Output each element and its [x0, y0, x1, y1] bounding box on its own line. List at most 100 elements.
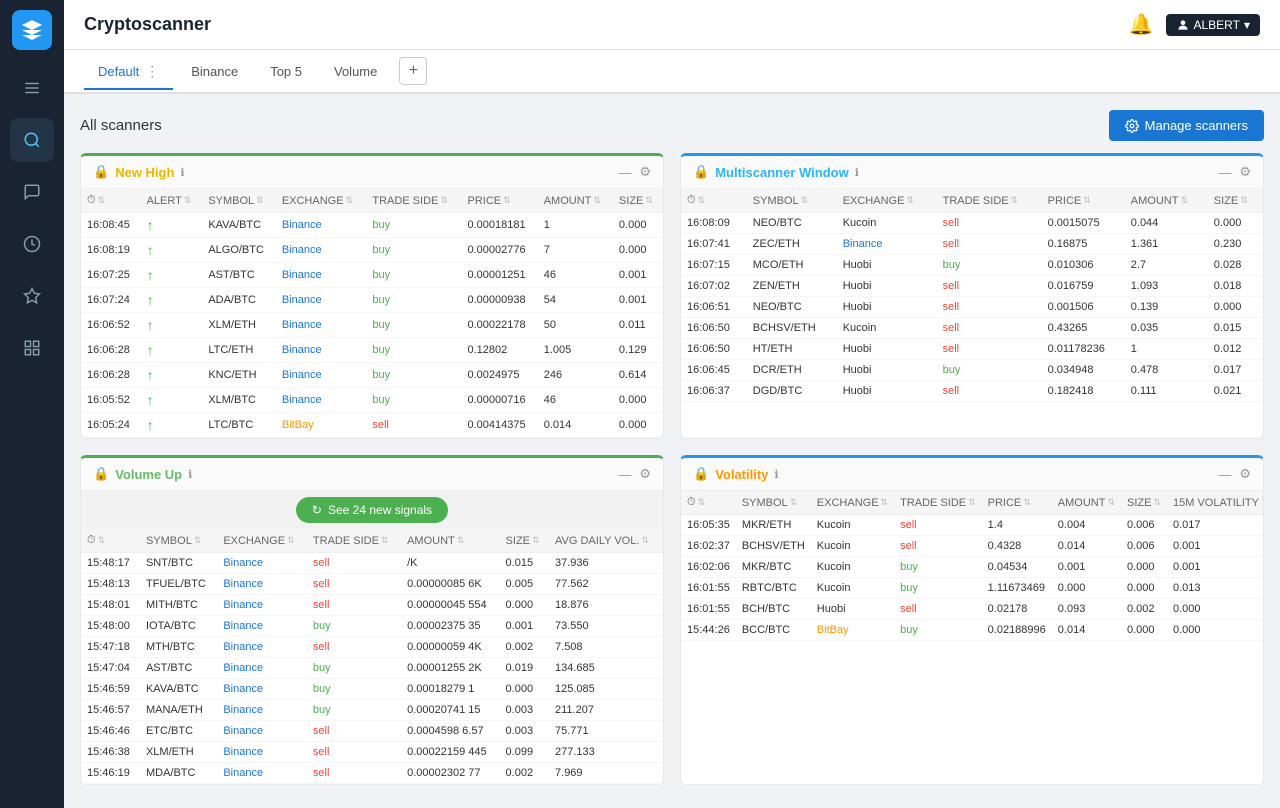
- cell-symbol[interactable]: ZEC/ETH: [747, 234, 837, 255]
- cell-exchange[interactable]: Binance: [837, 234, 937, 255]
- cell-exchange[interactable]: Binance: [217, 721, 307, 742]
- cell-symbol[interactable]: MDA/BTC: [140, 763, 217, 784]
- cell-symbol[interactable]: DCR/ETH: [747, 360, 837, 381]
- cell-exchange[interactable]: BitBay: [811, 620, 894, 641]
- tab-binance[interactable]: Binance: [177, 56, 252, 89]
- cell-exchange[interactable]: BitBay: [276, 413, 367, 438]
- volume-up-minimize-icon[interactable]: —: [618, 467, 631, 482]
- user-menu[interactable]: ALBERT ▾: [1166, 14, 1261, 36]
- cell-symbol[interactable]: MKR/ETH: [736, 515, 811, 536]
- sidebar-item-crown[interactable]: [10, 274, 54, 318]
- cell-symbol[interactable]: XLM/ETH: [202, 313, 276, 338]
- volatility-info-icon[interactable]: ℹ: [774, 468, 778, 481]
- new-high-col-amount[interactable]: AMOUNT⇅: [538, 189, 613, 213]
- tab-top5[interactable]: Top 5: [256, 56, 316, 89]
- cell-symbol[interactable]: BCHSV/ETH: [736, 536, 811, 557]
- cell-symbol[interactable]: DGD/BTC: [747, 381, 837, 402]
- volume-up-settings-icon[interactable]: ⚙: [639, 466, 651, 482]
- cell-symbol[interactable]: MITH/BTC: [140, 595, 217, 616]
- cell-symbol[interactable]: AST/BTC: [202, 263, 276, 288]
- cell-exchange[interactable]: Huobi: [837, 297, 937, 318]
- cell-exchange[interactable]: Kucoin: [837, 213, 937, 234]
- cell-symbol[interactable]: LTC/BTC: [202, 413, 276, 438]
- multiscanner-settings-icon[interactable]: ⚙: [1239, 164, 1251, 180]
- new-signals-button[interactable]: ↻ See 24 new signals: [296, 497, 448, 523]
- multiscanner-minimize-icon[interactable]: —: [1218, 165, 1231, 180]
- cell-symbol[interactable]: BCC/BTC: [736, 620, 811, 641]
- cell-exchange[interactable]: Kucoin: [811, 578, 894, 599]
- cell-symbol[interactable]: AST/BTC: [140, 658, 217, 679]
- cell-exchange[interactable]: Binance: [217, 700, 307, 721]
- cell-exchange[interactable]: Huobi: [837, 255, 937, 276]
- cell-symbol[interactable]: KAVA/BTC: [202, 213, 276, 238]
- vu-col-size[interactable]: SIZE⇅: [500, 529, 549, 553]
- new-high-col-tradeside[interactable]: TRADE SIDE⇅: [366, 189, 461, 213]
- ms-col-tradeside[interactable]: TRADE SIDE⇅: [937, 189, 1042, 213]
- sidebar-item-chat[interactable]: [10, 170, 54, 214]
- vol-col-symbol[interactable]: SYMBOL⇅: [736, 491, 811, 515]
- cell-exchange[interactable]: Binance: [217, 616, 307, 637]
- vu-col-time[interactable]: ⏱⇅: [81, 529, 140, 553]
- cell-exchange[interactable]: Binance: [276, 213, 367, 238]
- cell-symbol[interactable]: ALGO/BTC: [202, 238, 276, 263]
- new-high-settings-icon[interactable]: ⚙: [639, 164, 651, 180]
- cell-exchange[interactable]: Binance: [217, 763, 307, 784]
- new-high-col-alert[interactable]: ALERT⇅: [141, 189, 203, 213]
- new-high-col-exchange[interactable]: EXCHANGE⇅: [276, 189, 367, 213]
- volatility-settings-icon[interactable]: ⚙: [1239, 466, 1251, 482]
- vol-col-amount[interactable]: AMOUNT⇅: [1052, 491, 1121, 515]
- cell-symbol[interactable]: ADA/BTC: [202, 288, 276, 313]
- cell-exchange[interactable]: Huobi: [837, 339, 937, 360]
- cell-symbol[interactable]: LTC/ETH: [202, 338, 276, 363]
- cell-exchange[interactable]: Huobi: [811, 599, 894, 620]
- cell-exchange[interactable]: Binance: [276, 288, 367, 313]
- cell-symbol[interactable]: KNC/ETH: [202, 363, 276, 388]
- cell-symbol[interactable]: ZEN/ETH: [747, 276, 837, 297]
- cell-exchange[interactable]: Kucoin: [811, 515, 894, 536]
- tab-volume[interactable]: Volume: [320, 56, 391, 89]
- cell-exchange[interactable]: Binance: [217, 742, 307, 763]
- cell-exchange[interactable]: Binance: [217, 658, 307, 679]
- cell-exchange[interactable]: Kucoin: [811, 557, 894, 578]
- multiscanner-info-icon[interactable]: ℹ: [855, 166, 859, 179]
- cell-symbol[interactable]: NEO/BTC: [747, 213, 837, 234]
- vol-col-size[interactable]: SIZE⇅: [1121, 491, 1167, 515]
- cell-exchange[interactable]: Huobi: [837, 276, 937, 297]
- cell-symbol[interactable]: HT/ETH: [747, 339, 837, 360]
- cell-symbol[interactable]: SNT/BTC: [140, 553, 217, 574]
- cell-symbol[interactable]: XLM/ETH: [140, 742, 217, 763]
- tab-default-options-icon[interactable]: ⋮: [145, 63, 159, 80]
- new-high-col-time[interactable]: ⏱⇅: [81, 189, 141, 213]
- vu-col-amount[interactable]: AMOUNT⇅: [401, 529, 499, 553]
- new-high-info-icon[interactable]: ℹ: [180, 166, 184, 179]
- vu-col-avgvol[interactable]: AVG DAILY VOL.⇅: [549, 529, 663, 553]
- vu-col-tradeside[interactable]: TRADE SIDE⇅: [307, 529, 401, 553]
- new-high-minimize-icon[interactable]: —: [618, 165, 631, 180]
- vol-col-exchange[interactable]: EXCHANGE⇅: [811, 491, 894, 515]
- tab-default[interactable]: Default ⋮: [84, 55, 173, 90]
- sidebar-item-grid[interactable]: [10, 326, 54, 370]
- new-high-col-size[interactable]: SIZE⇅: [613, 189, 663, 213]
- cell-exchange[interactable]: Huobi: [837, 360, 937, 381]
- cell-exchange[interactable]: Binance: [276, 363, 367, 388]
- vol-col-tradeside[interactable]: TRADE SIDE⇅: [894, 491, 982, 515]
- cell-exchange[interactable]: Binance: [217, 637, 307, 658]
- new-high-col-symbol[interactable]: SYMBOL⇅: [202, 189, 276, 213]
- ms-col-amount[interactable]: AMOUNT⇅: [1125, 189, 1208, 213]
- app-logo[interactable]: [12, 10, 52, 50]
- cell-symbol[interactable]: KAVA/BTC: [140, 679, 217, 700]
- cell-symbol[interactable]: NEO/BTC: [747, 297, 837, 318]
- ms-col-price[interactable]: PRICE⇅: [1042, 189, 1125, 213]
- cell-exchange[interactable]: Kucoin: [837, 318, 937, 339]
- cell-exchange[interactable]: Huobi: [837, 381, 937, 402]
- cell-exchange[interactable]: Binance: [276, 338, 367, 363]
- vu-col-symbol[interactable]: SYMBOL⇅: [140, 529, 217, 553]
- ms-col-time[interactable]: ⏱⇅: [681, 189, 747, 213]
- cell-exchange[interactable]: Binance: [276, 313, 367, 338]
- cell-symbol[interactable]: MKR/BTC: [736, 557, 811, 578]
- cell-exchange[interactable]: Binance: [276, 388, 367, 413]
- cell-symbol[interactable]: MTH/BTC: [140, 637, 217, 658]
- cell-symbol[interactable]: ETC/BTC: [140, 721, 217, 742]
- sidebar-item-menu[interactable]: [10, 66, 54, 110]
- cell-symbol[interactable]: XLM/BTC: [202, 388, 276, 413]
